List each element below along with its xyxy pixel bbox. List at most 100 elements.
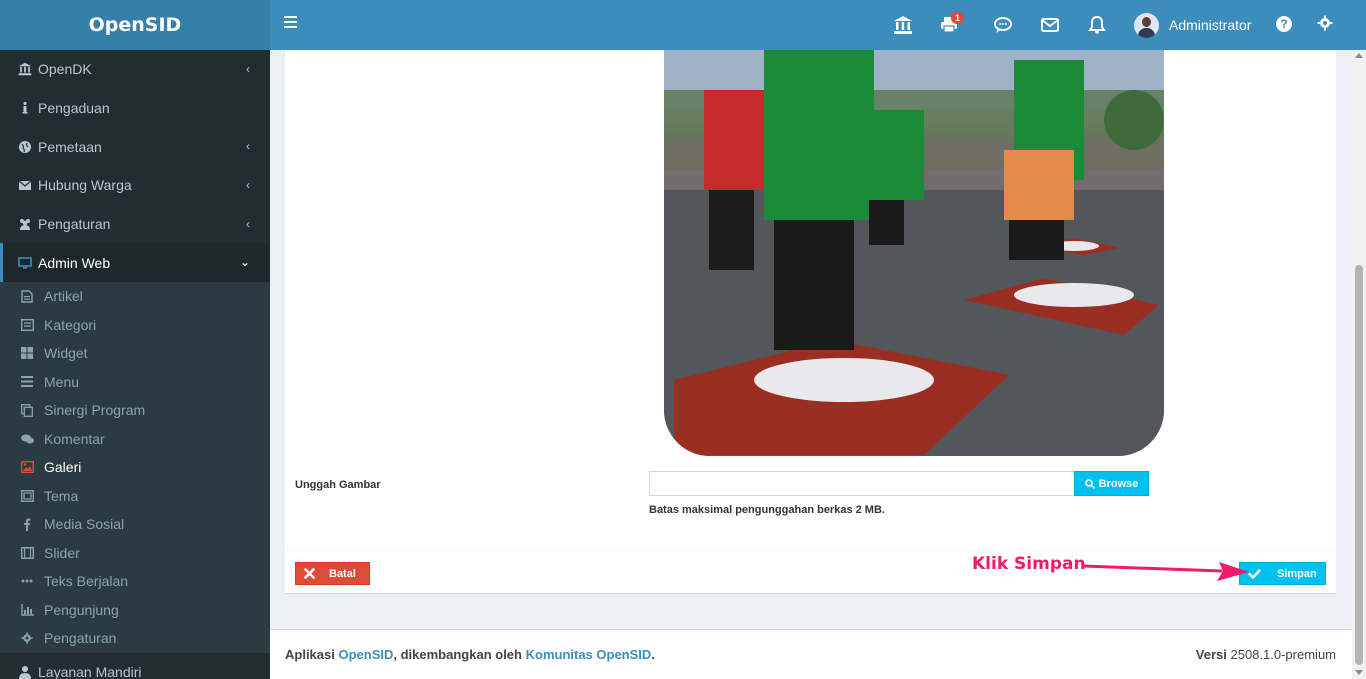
footer-prefix: Aplikasi: [285, 647, 335, 662]
annotation-arrow-icon: [1081, 562, 1249, 581]
sidebar-item-pengunjung[interactable]: Pengunjung: [0, 596, 270, 625]
help-icon[interactable]: ?: [1275, 15, 1295, 35]
envelope-icon[interactable]: [1040, 15, 1060, 35]
sidebar-item-kategori[interactable]: Kategori: [0, 311, 270, 340]
sidebar-toggle-icon[interactable]: [284, 16, 297, 28]
chevron-down-icon: ⌄: [239, 255, 250, 270]
bell-icon[interactable]: [1087, 15, 1107, 35]
file-icon: [20, 289, 34, 303]
sidebar-item-label: Pengunjung: [44, 601, 119, 618]
film-icon: [20, 546, 34, 560]
username: Administrator: [1169, 17, 1252, 33]
gear-icon[interactable]: [1317, 15, 1337, 35]
bank-icon: [18, 62, 32, 76]
image-icon: [20, 460, 34, 474]
gallery-form-box: Unggah Gambar Browse Batas maksimal peng…: [285, 50, 1336, 594]
sidebar-item-label: Admin Web: [38, 254, 111, 271]
sidebar-item-label: Teks Berjalan: [44, 573, 129, 590]
scroll-up-icon[interactable]: [1355, 53, 1363, 58]
version-value: 2508.1.0-premium: [1230, 647, 1337, 662]
sidebar-item-opendk[interactable]: OpenDK ‹: [0, 50, 270, 89]
page-footer: Aplikasi OpenSID, dikembangkan oleh Komu…: [270, 629, 1352, 679]
chevron-left-icon: ‹: [246, 62, 250, 76]
save-label: Simpan: [1277, 567, 1317, 580]
opensid-link[interactable]: OpenSID: [338, 647, 393, 662]
top-navbar: 1 Administrator ?: [270, 0, 1366, 50]
windows-icon: [20, 346, 34, 360]
sidebar-item-label: Sinergi Program: [44, 402, 146, 419]
upload-help-text: Batas maksimal pengunggahan berkas 2 MB.: [649, 504, 885, 516]
info-icon: [18, 101, 32, 115]
browse-label: Browse: [1098, 477, 1139, 490]
sidebar-item-layanan-mandiri[interactable]: Layanan Mandiri: [0, 653, 270, 679]
sidebar-item-admin-web[interactable]: Admin Web ⌄: [0, 243, 270, 283]
sidebar-item-galeri[interactable]: Galeri: [0, 453, 270, 482]
svg-text:?: ?: [1280, 17, 1287, 31]
sidebar-item-artikel[interactable]: Artikel: [0, 282, 270, 311]
app-logo[interactable]: OpenSID: [0, 0, 270, 50]
list-alt-icon: [20, 318, 34, 332]
footer-credits: Aplikasi OpenSID, dikembangkan oleh Komu…: [285, 647, 655, 662]
browse-button[interactable]: Browse: [1074, 471, 1149, 496]
sidebar-item-label: Media Sosial: [44, 516, 125, 533]
sidebar-item-label: Hubung Warga: [38, 177, 132, 194]
sidebar-item-label: Pengaduan: [38, 100, 110, 117]
sidebar-item-slider[interactable]: Slider: [0, 539, 270, 568]
sidebar-item-label: Tema: [44, 487, 79, 504]
chevron-left-icon: ‹: [246, 178, 250, 193]
page-scrollbar[interactable]: [1352, 50, 1366, 679]
sidebar-item-komentar[interactable]: Komentar: [0, 425, 270, 454]
sidebar-item-label: Slider: [44, 544, 80, 561]
search-icon: [1084, 478, 1095, 489]
cancel-button[interactable]: Batal: [295, 562, 370, 585]
notification-badge: 1: [951, 12, 965, 24]
sidebar-item-label: Pengaturan: [44, 630, 117, 647]
chevron-left-icon: ‹: [246, 139, 250, 154]
file-path-input[interactable]: [649, 471, 1075, 496]
tutorial-annotation: Klik Simpan: [972, 554, 1086, 574]
version-label: Versi: [1195, 647, 1227, 662]
sidebar-item-label: Galeri: [44, 459, 82, 476]
community-link[interactable]: Komunitas OpenSID: [526, 647, 652, 662]
footer-version: Versi 2508.1.0-premium: [1196, 647, 1336, 662]
scroll-down-icon[interactable]: [1355, 670, 1363, 675]
sidebar-item-pengaduan[interactable]: Pengaduan: [0, 89, 270, 128]
sidebar-item-teks-berjalan[interactable]: Teks Berjalan: [0, 567, 270, 596]
upload-label: Unggah Gambar: [295, 479, 381, 491]
user-menu[interactable]: Administrator: [1134, 12, 1251, 38]
main-content: Unggah Gambar Browse Batas maksimal peng…: [270, 50, 1352, 629]
sidebar-item-pengaturan-web[interactable]: Pengaturan: [0, 624, 270, 653]
sidebar-item-pengaturan[interactable]: Pengaturan ‹: [0, 205, 270, 244]
chevron-left-icon: ‹: [246, 216, 250, 231]
close-icon: [304, 568, 315, 579]
print-icon[interactable]: 1: [940, 12, 965, 35]
sidebar-item-label: Kategori: [44, 316, 97, 333]
comments-icon[interactable]: [993, 15, 1013, 35]
footer-suffix: .: [651, 647, 655, 662]
comments-icon: [20, 432, 34, 446]
sidebar-item-tema[interactable]: Tema: [0, 482, 270, 511]
sidebar-item-hubung-warga[interactable]: Hubung Warga ‹: [0, 166, 270, 205]
save-button[interactable]: Simpan: [1239, 562, 1326, 585]
user-icon: [18, 665, 32, 679]
sidebar-item-label: Layanan Mandiri: [38, 663, 142, 679]
scrollbar-thumb[interactable]: [1355, 265, 1363, 665]
envelope-icon: [18, 178, 32, 192]
sidebar-item-label: Artikel: [44, 288, 83, 305]
app-title: OpenSID: [88, 14, 182, 36]
globe-icon: [18, 140, 32, 154]
desktop-icon: [18, 256, 32, 270]
sidebar-item-pemetaan[interactable]: Pemetaan ‹: [0, 127, 270, 166]
gear-icon: [20, 631, 34, 645]
sidebar-item-menu[interactable]: Menu: [0, 368, 270, 397]
sidebar-item-sinergi-program[interactable]: Sinergi Program: [0, 396, 270, 425]
bars-icon: [20, 375, 34, 389]
sidebar-item-label: Menu: [44, 373, 80, 390]
sidebar-item-widget[interactable]: Widget: [0, 339, 270, 368]
avatar: [1134, 12, 1159, 38]
image-frame-icon: [20, 489, 34, 503]
users-icon: [18, 217, 32, 231]
sidebar-item-media-sosial[interactable]: Media Sosial: [0, 510, 270, 539]
bank-icon[interactable]: [893, 15, 913, 35]
sidebar: OpenDK ‹ Pengaduan Pemetaan ‹ Hubung War…: [0, 50, 270, 679]
